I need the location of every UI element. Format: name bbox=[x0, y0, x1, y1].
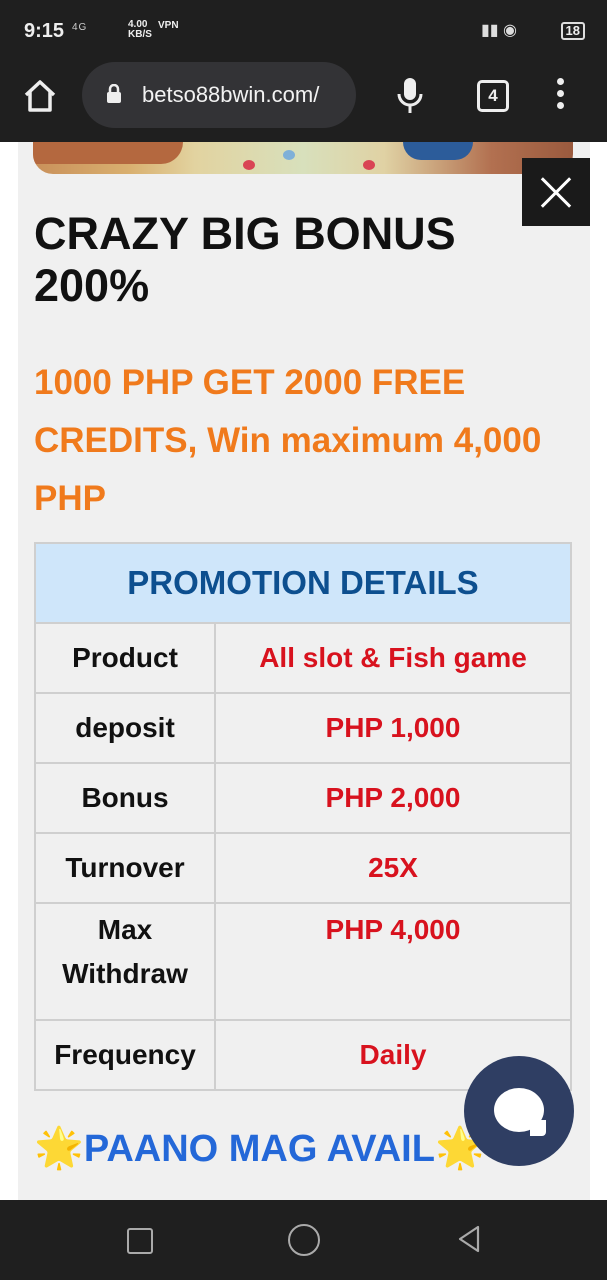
promo-subtitle: 1000 PHP GET 2000 FREE CREDITS, Win maxi… bbox=[34, 363, 542, 518]
page-content: CRAZY BIG BONUS 200% 1000 PHP GET 2000 F… bbox=[0, 142, 607, 1200]
vpn-label: VPN bbox=[158, 20, 179, 31]
row-value: PHP 1,000 bbox=[214, 692, 572, 764]
promo-card: CRAZY BIG BONUS 200% 1000 PHP GET 2000 F… bbox=[18, 142, 590, 1200]
microphone-icon[interactable] bbox=[396, 76, 424, 116]
table-row: Bonus PHP 2,000 bbox=[34, 762, 572, 834]
status-time: 9:15 bbox=[24, 20, 65, 42]
row-label: Frequency bbox=[34, 1019, 216, 1091]
table-row: Max Withdraw PHP 4,000 bbox=[34, 902, 572, 1021]
table-header: PROMOTION DETAILS bbox=[34, 542, 572, 624]
battery-indicator: 18 bbox=[560, 22, 585, 40]
lock-icon bbox=[106, 83, 122, 104]
row-label: deposit bbox=[34, 692, 216, 764]
url-text: betso88bwin.com/ bbox=[142, 82, 320, 107]
promo-title: CRAZY BIG BONUS 200% bbox=[34, 208, 456, 311]
row-label: Max Withdraw bbox=[34, 902, 216, 1021]
home-icon[interactable] bbox=[22, 78, 58, 114]
browser-toolbar: betso88bwin.com/ 4 bbox=[0, 62, 607, 142]
network-speed: 4.00 KB/S bbox=[128, 20, 152, 40]
home-circle-icon[interactable] bbox=[288, 1224, 320, 1256]
chat-icon bbox=[494, 1088, 546, 1136]
avail-heading: 🌟PAANO MAG AVAIL🌟 bbox=[34, 1124, 485, 1171]
row-value: 25X bbox=[214, 832, 572, 904]
status-icons: ▮▮ ◉ bbox=[480, 22, 517, 39]
promo-banner-image bbox=[33, 142, 573, 174]
star-icon: 🌟 bbox=[34, 1126, 84, 1170]
promotion-details-table: PROMOTION DETAILS Product All slot & Fis… bbox=[34, 542, 572, 1091]
speed-unit: KB/S bbox=[128, 29, 152, 40]
tab-switcher-button[interactable]: 4 bbox=[477, 80, 509, 112]
row-value: PHP 2,000 bbox=[214, 762, 572, 834]
system-navigation-bar bbox=[0, 1200, 607, 1280]
row-value: All slot & Fish game bbox=[214, 622, 572, 694]
recents-icon[interactable] bbox=[127, 1228, 153, 1254]
row-label: Turnover bbox=[34, 832, 216, 904]
status-bar: 9:15 4G 4.00 KB/S VPN ▮▮ ◉ 18 bbox=[0, 0, 607, 62]
back-icon[interactable] bbox=[454, 1224, 484, 1254]
address-bar[interactable]: betso88bwin.com/ bbox=[82, 62, 356, 128]
table-row: Turnover 25X bbox=[34, 832, 572, 904]
table-row: Product All slot & Fish game bbox=[34, 622, 572, 694]
table-row: deposit PHP 1,000 bbox=[34, 692, 572, 764]
more-vertical-icon[interactable] bbox=[550, 78, 570, 116]
row-value: PHP 4,000 bbox=[214, 902, 572, 1021]
row-label: Product bbox=[34, 622, 216, 694]
row-label: Bonus bbox=[34, 762, 216, 834]
chat-button[interactable] bbox=[464, 1056, 574, 1166]
network-type: 4G bbox=[72, 22, 88, 33]
avail-heading-text: PAANO MAG AVAIL bbox=[83, 1128, 435, 1170]
close-icon[interactable] bbox=[522, 158, 590, 226]
